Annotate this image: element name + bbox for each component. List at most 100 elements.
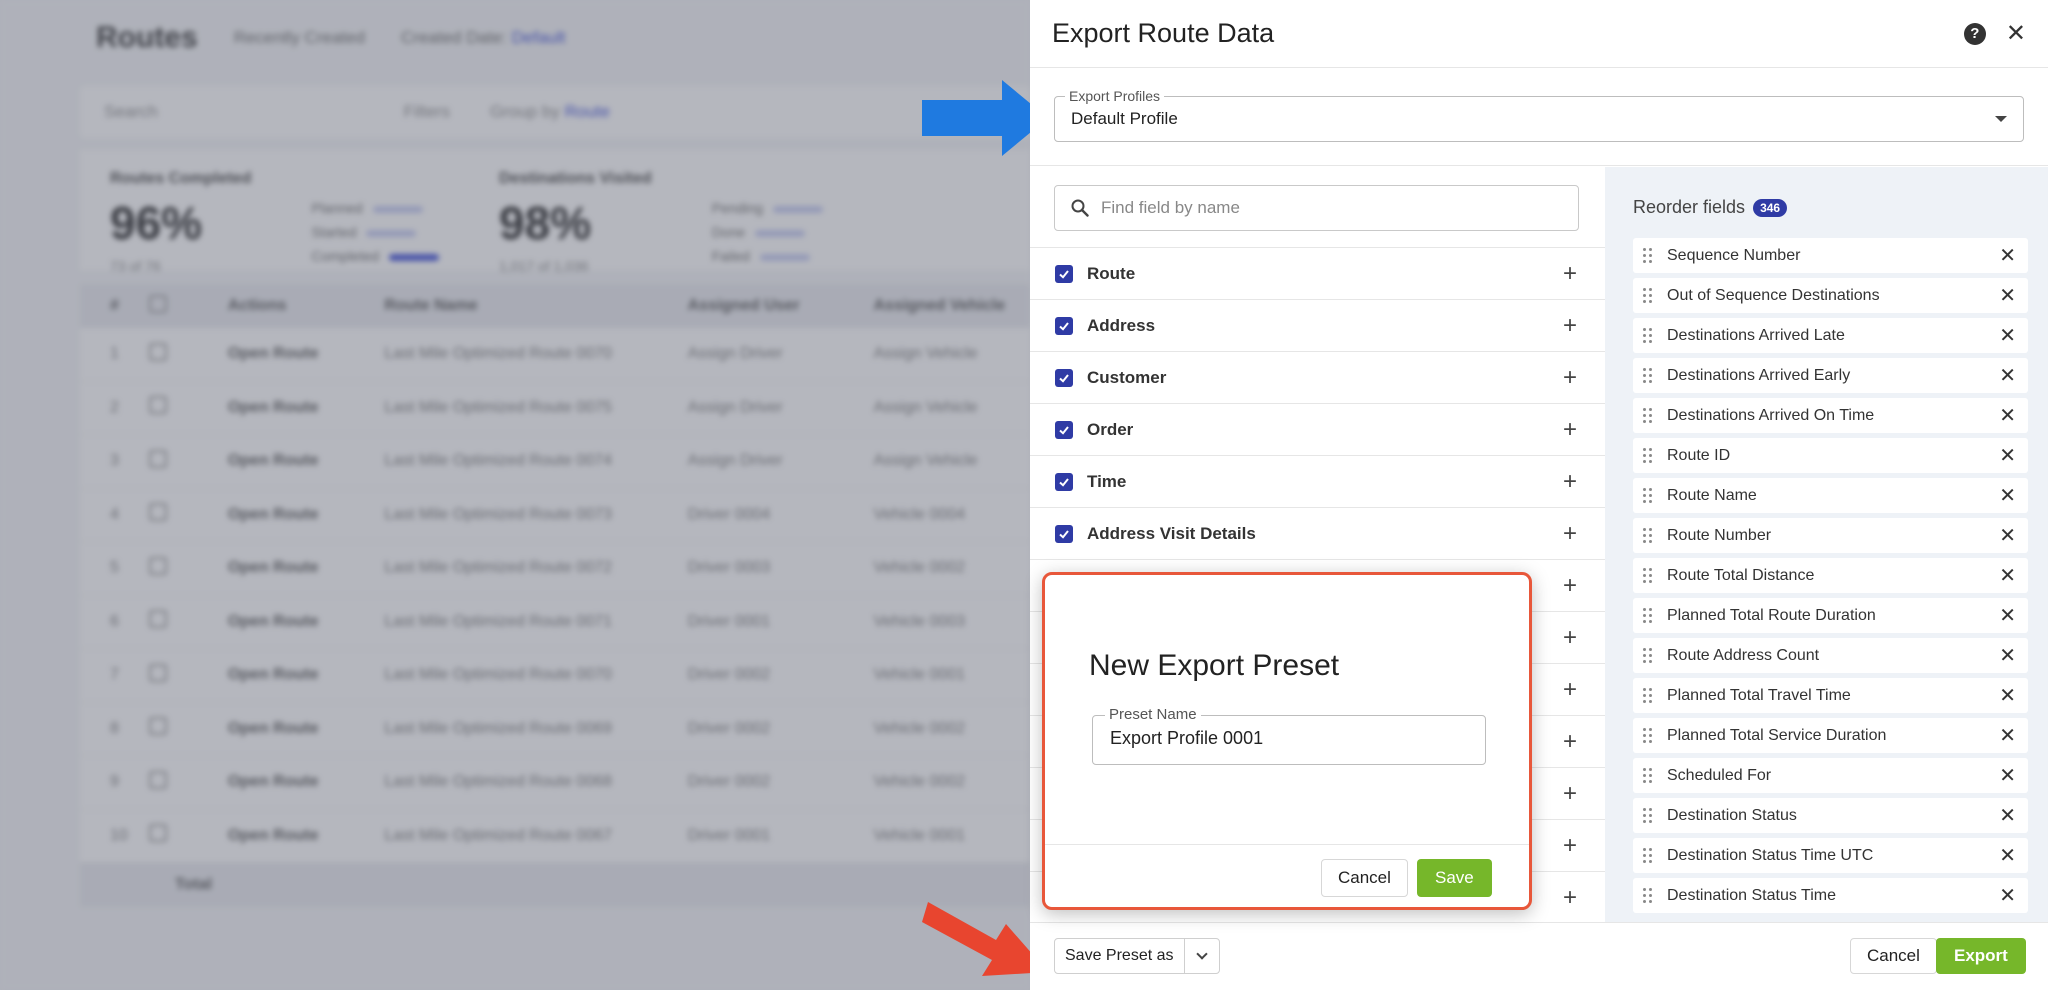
drag-handle-icon[interactable] (1643, 728, 1653, 743)
drag-handle-icon[interactable] (1643, 368, 1653, 383)
remove-icon[interactable]: ✕ (1999, 366, 2016, 386)
save-preset-dropdown-toggle[interactable] (1185, 939, 1219, 973)
remove-icon[interactable]: ✕ (1999, 326, 2016, 346)
field-group-checkbox[interactable] (1055, 472, 1073, 491)
field-group-row[interactable]: Order + (1030, 403, 1605, 455)
reorder-field-item[interactable]: Planned Total Service Duration ✕ (1633, 718, 2028, 753)
field-group-label: Address Visit Details (1087, 523, 1256, 543)
plus-icon[interactable]: + (1563, 781, 1577, 806)
preset-cancel-button[interactable]: Cancel (1321, 859, 1408, 897)
reorder-field-item[interactable]: Destination Status Time UTC ✕ (1633, 838, 2028, 873)
preset-name-legend: Preset Name (1105, 706, 1201, 723)
reorder-field-label: Route Number (1667, 526, 1772, 544)
remove-icon[interactable]: ✕ (1999, 886, 2016, 906)
close-icon[interactable]: ✕ (2006, 21, 2026, 46)
remove-icon[interactable]: ✕ (1999, 246, 2016, 266)
drag-handle-icon[interactable] (1643, 648, 1653, 663)
preset-name-field[interactable]: Preset Name (1092, 706, 1486, 765)
reorder-field-item[interactable]: Destinations Arrived Early ✕ (1633, 358, 2028, 393)
reorder-field-label: Out of Sequence Destinations (1667, 286, 1880, 304)
reorder-field-label: Planned Total Service Duration (1667, 726, 1887, 744)
reorder-field-item[interactable]: Route Total Distance ✕ (1633, 558, 2028, 593)
plus-icon[interactable]: + (1563, 885, 1577, 910)
remove-icon[interactable]: ✕ (1999, 566, 2016, 586)
drag-handle-icon[interactable] (1643, 568, 1653, 583)
drag-handle-icon[interactable] (1643, 248, 1653, 263)
reorder-field-item[interactable]: Route Address Count ✕ (1633, 638, 2028, 673)
plus-icon[interactable]: + (1563, 521, 1577, 546)
remove-icon[interactable]: ✕ (1999, 286, 2016, 306)
remove-icon[interactable]: ✕ (1999, 606, 2016, 626)
preset-save-button[interactable]: Save (1417, 859, 1492, 897)
drawer-header: Export Route Data ? ✕ (1030, 0, 2048, 68)
field-group-row[interactable]: Time + (1030, 455, 1605, 507)
plus-icon[interactable]: + (1563, 469, 1577, 494)
field-search-input[interactable] (1101, 198, 1541, 218)
drag-handle-icon[interactable] (1643, 488, 1653, 503)
remove-icon[interactable]: ✕ (1999, 846, 2016, 866)
remove-icon[interactable]: ✕ (1999, 646, 2016, 666)
reorder-field-item[interactable]: Planned Total Travel Time ✕ (1633, 678, 2028, 713)
reorder-field-item[interactable]: Sequence Number ✕ (1633, 238, 2028, 273)
remove-icon[interactable]: ✕ (1999, 806, 2016, 826)
field-group-row[interactable]: Address Visit Details + (1030, 507, 1605, 559)
field-group-checkbox[interactable] (1055, 316, 1073, 335)
caret-down-icon[interactable] (1995, 116, 2007, 122)
remove-icon[interactable]: ✕ (1999, 726, 2016, 746)
drag-handle-icon[interactable] (1643, 528, 1653, 543)
field-search-box[interactable] (1054, 185, 1579, 231)
reorder-field-item[interactable]: Scheduled For ✕ (1633, 758, 2028, 793)
plus-icon[interactable]: + (1563, 833, 1577, 858)
plus-icon[interactable]: + (1563, 573, 1577, 598)
drag-handle-icon[interactable] (1643, 608, 1653, 623)
field-group-row[interactable]: Customer + (1030, 351, 1605, 403)
drag-handle-icon[interactable] (1643, 328, 1653, 343)
drag-handle-icon[interactable] (1643, 848, 1653, 863)
remove-icon[interactable]: ✕ (1999, 486, 2016, 506)
preset-name-input[interactable] (1110, 728, 1470, 749)
drag-handle-icon[interactable] (1643, 768, 1653, 783)
reorder-field-list: Sequence Number ✕ Out of Sequence Destinat… (1633, 238, 2028, 918)
export-button[interactable]: Export (1936, 938, 2026, 974)
drag-handle-icon[interactable] (1643, 288, 1653, 303)
field-group-row[interactable]: Route + (1030, 247, 1605, 299)
reorder-field-item[interactable]: Route Number ✕ (1633, 518, 2028, 553)
field-group-row[interactable]: Address + (1030, 299, 1605, 351)
help-icon[interactable]: ? (1963, 22, 1986, 45)
remove-icon[interactable]: ✕ (1999, 446, 2016, 466)
drawer-cancel-button[interactable]: Cancel (1850, 938, 1937, 974)
field-group-checkbox[interactable] (1055, 420, 1073, 439)
remove-icon[interactable]: ✕ (1999, 686, 2016, 706)
save-preset-as-button[interactable]: Save Preset as (1055, 939, 1185, 973)
drag-handle-icon[interactable] (1643, 448, 1653, 463)
reorder-field-item[interactable]: Destinations Arrived On Time ✕ (1633, 398, 2028, 433)
plus-icon[interactable]: + (1563, 625, 1577, 650)
field-group-checkbox[interactable] (1055, 264, 1073, 283)
field-group-label: Route (1087, 263, 1136, 283)
drag-handle-icon[interactable] (1643, 888, 1653, 903)
reorder-field-item[interactable]: Destination Status Time ✕ (1633, 878, 2028, 913)
field-group-checkbox[interactable] (1055, 524, 1073, 543)
plus-icon[interactable]: + (1563, 417, 1577, 442)
plus-icon[interactable]: + (1563, 365, 1577, 390)
remove-icon[interactable]: ✕ (1999, 526, 2016, 546)
plus-icon[interactable]: + (1563, 261, 1577, 286)
plus-icon[interactable]: + (1563, 677, 1577, 702)
field-group-checkbox[interactable] (1055, 368, 1073, 387)
remove-icon[interactable]: ✕ (1999, 766, 2016, 786)
reorder-field-item[interactable]: Route ID ✕ (1633, 438, 2028, 473)
reorder-field-item[interactable]: Planned Total Route Duration ✕ (1633, 598, 2028, 633)
plus-icon[interactable]: + (1563, 729, 1577, 754)
drag-handle-icon[interactable] (1643, 688, 1653, 703)
export-profiles-select[interactable]: Export Profiles Default Profile (1054, 88, 2024, 142)
plus-icon[interactable]: + (1563, 313, 1577, 338)
reorder-field-item[interactable]: Route Name ✕ (1633, 478, 2028, 513)
reorder-field-item[interactable]: Destinations Arrived Late ✕ (1633, 318, 2028, 353)
drag-handle-icon[interactable] (1643, 808, 1653, 823)
drag-handle-icon[interactable] (1643, 408, 1653, 423)
reorder-field-label: Route Address Count (1667, 646, 1820, 664)
modal-backdrop[interactable] (0, 0, 1030, 990)
remove-icon[interactable]: ✕ (1999, 406, 2016, 426)
reorder-field-item[interactable]: Destination Status ✕ (1633, 798, 2028, 833)
reorder-field-item[interactable]: Out of Sequence Destinations ✕ (1633, 278, 2028, 313)
